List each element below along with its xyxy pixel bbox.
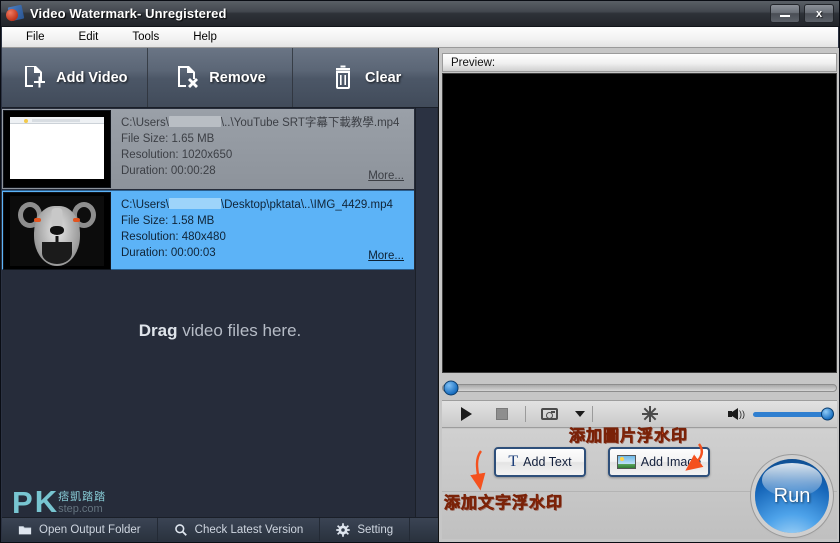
run-label: Run [773,484,811,507]
main-toolbar: Add Video Remove Clear [2,48,438,108]
stop-icon [496,408,508,420]
chevron-down-icon [574,411,585,417]
pk-logo-k: K [34,484,57,519]
file-resolution: Resolution: 1020x650 [121,149,233,161]
pk-watermark-logo: P K 痞凱踏踏 step.com [12,477,132,519]
remove-video-icon [174,64,200,92]
run-button[interactable]: Run [755,459,829,533]
divider [525,406,526,422]
add-text-label: Add Text [523,455,572,469]
seek-handle[interactable] [443,380,459,396]
preview-video-surface[interactable] [442,73,837,373]
minimize-button[interactable] [770,4,800,23]
file-duration: Duration: 00:00:03 [121,247,216,259]
camera-icon [540,408,558,420]
add-image-annotation: 添加圖片浮水印 [569,428,689,446]
file-size: File Size: 1.65 MB [121,133,215,145]
menu-bar: File Edit Tools Help [2,27,838,48]
minimize-icon [780,15,790,17]
preview-header: Preview: [442,53,837,72]
file-size: File Size: 1.58 MB [121,215,215,227]
clear-button[interactable]: Clear [293,48,438,107]
play-icon [460,407,472,421]
pk-logo-domain: step.com [58,503,103,515]
file-path: C:\Users\ \..\YouTube SRT字幕下載教學.mp4 [121,116,400,129]
menu-file[interactable]: File [16,29,55,45]
more-link[interactable]: More... [368,168,404,184]
check-latest-version-button[interactable]: Check Latest Version [158,518,321,541]
menu-edit[interactable]: Edit [69,29,109,45]
clear-label: Clear [365,69,402,86]
table-row[interactable]: C:\Users\ \..\YouTube SRT字幕下載教學.mp4 File … [2,109,414,189]
menu-tools[interactable]: Tools [122,29,169,45]
close-button[interactable]: x [804,4,834,23]
setting-button[interactable]: Setting [320,518,411,541]
sparkle-icon [642,406,658,422]
volume-handle[interactable] [821,407,834,421]
speaker-waves-icon: )) [739,408,745,419]
trash-icon [330,64,356,92]
gear-icon [336,522,351,537]
add-image-button[interactable]: Add Image [608,447,710,477]
seek-bar[interactable] [442,378,837,398]
picture-icon [616,455,636,469]
drag-drop-hint: Drag video files here. [2,321,438,341]
video-thumbnail [3,192,111,270]
redacted-username [168,198,221,209]
stop-button[interactable] [484,402,520,426]
folder-icon [18,523,32,537]
check-latest-version-label: Check Latest Version [194,523,304,536]
file-path: C:\Users\ \Desktop\pktata\..\IMG_4429.mp4 [121,198,393,211]
list-scrollbar[interactable] [415,108,437,519]
effects-button[interactable] [636,406,664,422]
add-video-icon [21,64,47,92]
add-video-label: Add Video [56,69,128,86]
drag-hint-bold: Drag [138,321,178,340]
add-image-label: Add Image [640,455,702,469]
drag-hint-rest: video files here. [177,321,302,340]
app-icon [6,4,25,23]
snapshot-button[interactable] [531,402,567,426]
redacted-username [168,116,221,127]
volume-control[interactable]: )) [728,407,834,421]
pk-logo-cn: 痞凱踏踏 [58,491,107,503]
video-file-list[interactable]: C:\Users\ \..\YouTube SRT字幕下載教學.mp4 File … [2,108,438,519]
remove-video-label: Remove [209,69,266,86]
search-icon [174,523,188,537]
text-t-icon: T [508,453,519,470]
remove-video-button[interactable]: Remove [148,48,294,107]
add-text-button[interactable]: T Add Text [494,447,586,477]
video-thumbnail [3,110,111,188]
setting-label: Setting [357,523,394,536]
open-output-folder-button[interactable]: Open Output Folder [2,518,158,541]
app-window: Video Watermark- Unregistered x File Edi… [0,0,840,543]
seek-track[interactable] [442,380,837,396]
divider [592,406,593,422]
add-video-button[interactable]: Add Video [2,48,148,107]
window-buttons: x [770,4,834,23]
title-bar: Video Watermark- Unregistered x [1,1,839,27]
file-resolution: Resolution: 480x480 [121,231,226,243]
file-metadata: C:\Users\ \Desktop\pktata\..\IMG_4429.mp4… [111,191,414,269]
pk-logo-p: P [12,485,33,519]
window-title: Video Watermark- Unregistered [30,6,227,21]
file-duration: Duration: 00:00:28 [121,165,216,177]
table-row[interactable]: C:\Users\ \Desktop\pktata\..\IMG_4429.mp4… [2,190,414,270]
menu-help[interactable]: Help [183,29,227,45]
file-metadata: C:\Users\ \..\YouTube SRT字幕下載教學.mp4 File … [111,109,414,189]
volume-track[interactable] [753,407,834,421]
preview-panel: Preview: )) T Add Text Add Image Run [438,48,839,542]
speaker-icon [728,408,738,420]
play-button[interactable] [448,402,484,426]
open-output-folder-label: Open Output Folder [39,523,141,536]
add-text-annotation: 添加文字浮水印 [444,495,564,513]
more-link[interactable]: More... [368,248,404,264]
volume-mute-button[interactable]: )) [728,408,745,420]
